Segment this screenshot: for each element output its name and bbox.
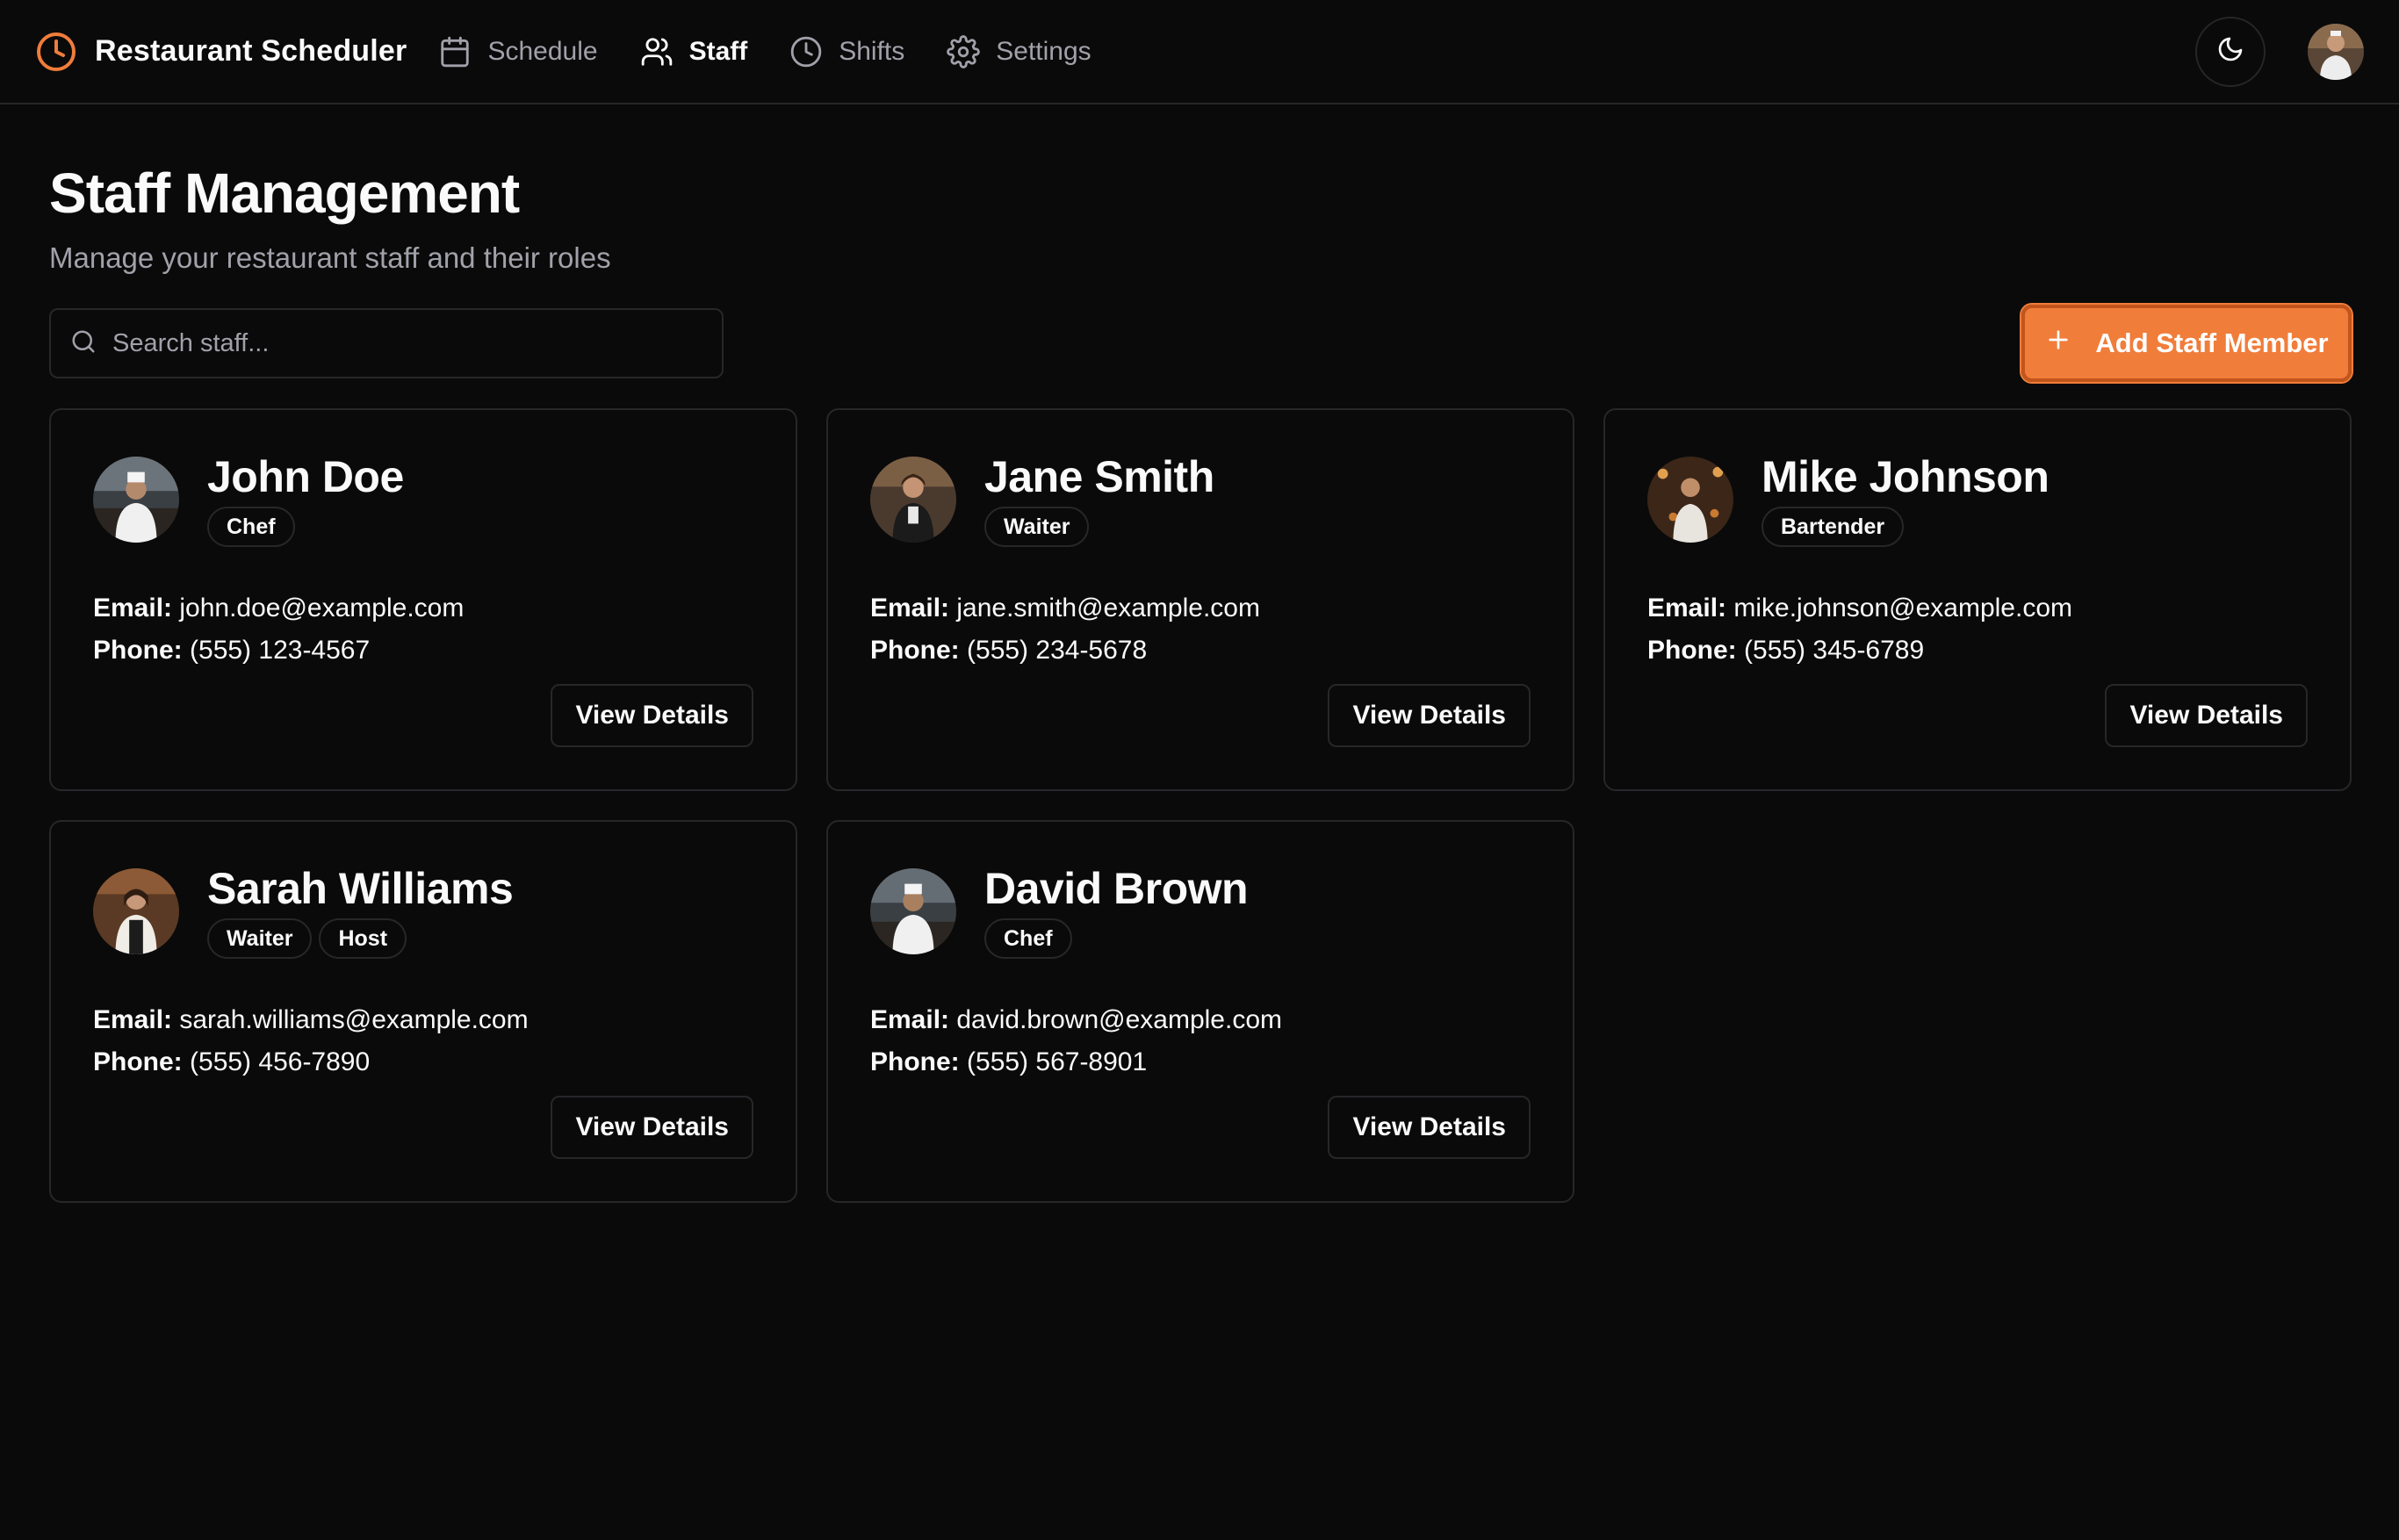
staff-card: Sarah Williams Waiter Host Email: sarah.… [49, 820, 797, 1203]
role-list: Waiter [984, 507, 1214, 547]
email-label: Email: [93, 1005, 173, 1034]
gear-icon [947, 34, 981, 68]
add-staff-member-label: Add Staff Member [2095, 327, 2329, 358]
nav-item-staff[interactable]: Staff [640, 35, 748, 68]
page-subtitle: Manage your restaurant staff and their r… [49, 241, 611, 274]
contact-info: Email: jane.smith@example.com Phone: (55… [870, 587, 1531, 672]
phone-value: (555) 123-4567 [190, 636, 371, 665]
role-badge: Waiter [207, 918, 313, 959]
add-staff-member-button[interactable]: Add Staff Member [2020, 303, 2353, 384]
view-details-button[interactable]: View Details [1328, 1096, 1531, 1159]
calendar-icon [438, 35, 472, 68]
nav-item-shifts[interactable]: Shifts [789, 35, 904, 68]
contact-info: Email: david.brown@example.com Phone: (5… [870, 999, 1531, 1083]
nav-item-settings[interactable]: Settings [947, 34, 1091, 68]
clock-icon [789, 35, 823, 68]
email-value: david.brown@example.com [956, 1005, 1282, 1034]
top-navigation-bar: Restaurant Scheduler Schedule Staff Shif… [0, 0, 2399, 104]
staff-name: David Brown [984, 864, 1249, 913]
phone-value: (555) 234-5678 [967, 636, 1148, 665]
role-list: Bartender [1761, 507, 2049, 547]
staff-avatar [93, 868, 179, 954]
role-badge: Chef [207, 507, 295, 547]
staff-name: Sarah Williams [207, 864, 514, 913]
users-icon [640, 35, 674, 68]
phone-label: Phone: [870, 636, 960, 665]
role-list: Waiter Host [207, 918, 513, 959]
email-value: john.doe@example.com [179, 594, 465, 622]
role-badge: Chef [984, 918, 1072, 959]
phone-value: (555) 345-6789 [1744, 636, 1925, 665]
staff-avatar [870, 868, 956, 954]
brand[interactable]: Restaurant Scheduler [35, 31, 407, 73]
contact-info: Email: mike.johnson@example.com Phone: (… [1647, 587, 2308, 672]
search-box [49, 308, 724, 378]
contact-info: Email: sarah.williams@example.com Phone:… [93, 999, 753, 1083]
phone-label: Phone: [1647, 636, 1737, 665]
staff-avatar [93, 457, 179, 543]
app-title: Restaurant Scheduler [95, 34, 407, 68]
user-avatar[interactable] [2308, 23, 2364, 80]
phone-label: Phone: [870, 1047, 960, 1076]
search-icon [70, 328, 97, 359]
moon-icon [2216, 35, 2244, 68]
view-details-button[interactable]: View Details [551, 1096, 753, 1159]
nav-label-shifts: Shifts [839, 36, 905, 66]
staff-card: John Doe Chef Email: john.doe@example.co… [49, 408, 797, 791]
role-badge: Bartender [1761, 507, 1905, 547]
email-label: Email: [870, 594, 950, 622]
nav-label-settings: Settings [996, 36, 1091, 66]
nav-label-staff: Staff [688, 36, 748, 66]
view-details-button[interactable]: View Details [551, 684, 753, 747]
nav-label-schedule: Schedule [487, 36, 598, 66]
role-list: Chef [984, 918, 1248, 959]
page-title: Staff Management [49, 162, 520, 225]
phone-label: Phone: [93, 636, 183, 665]
clock-logo-icon [35, 31, 77, 73]
nav-item-schedule[interactable]: Schedule [438, 35, 598, 68]
search-input[interactable] [112, 328, 702, 358]
staff-grid: John Doe Chef Email: john.doe@example.co… [49, 408, 2352, 1203]
role-badge: Host [319, 918, 407, 959]
staff-card: Mike Johnson Bartender Email: mike.johns… [1603, 408, 2352, 791]
email-value: mike.johnson@example.com [1733, 594, 2072, 622]
phone-value: (555) 567-8901 [967, 1047, 1148, 1076]
staff-card: David Brown Chef Email: david.brown@exam… [826, 820, 1574, 1203]
email-label: Email: [870, 1005, 950, 1034]
staff-card: Jane Smith Waiter Email: jane.smith@exam… [826, 408, 1574, 791]
staff-name: Jane Smith [984, 452, 1214, 501]
plus-icon [2044, 326, 2072, 361]
phone-value: (555) 456-7890 [190, 1047, 371, 1076]
role-list: Chef [207, 507, 404, 547]
staff-avatar [870, 457, 956, 543]
theme-toggle-button[interactable] [2195, 16, 2266, 87]
staff-avatar [1647, 457, 1733, 543]
phone-label: Phone: [93, 1047, 183, 1076]
main-nav: Schedule Staff Shifts Settings [438, 34, 1091, 68]
email-label: Email: [1647, 594, 1727, 622]
role-badge: Waiter [984, 507, 1090, 547]
view-details-button[interactable]: View Details [1328, 684, 1531, 747]
email-value: sarah.williams@example.com [179, 1005, 529, 1034]
contact-info: Email: john.doe@example.com Phone: (555)… [93, 587, 753, 672]
topbar-actions [2195, 16, 2364, 87]
staff-name: Mike Johnson [1761, 452, 2050, 501]
email-value: jane.smith@example.com [956, 594, 1260, 622]
view-details-button[interactable]: View Details [2105, 684, 2308, 747]
staff-name: John Doe [207, 452, 404, 501]
email-label: Email: [93, 594, 173, 622]
